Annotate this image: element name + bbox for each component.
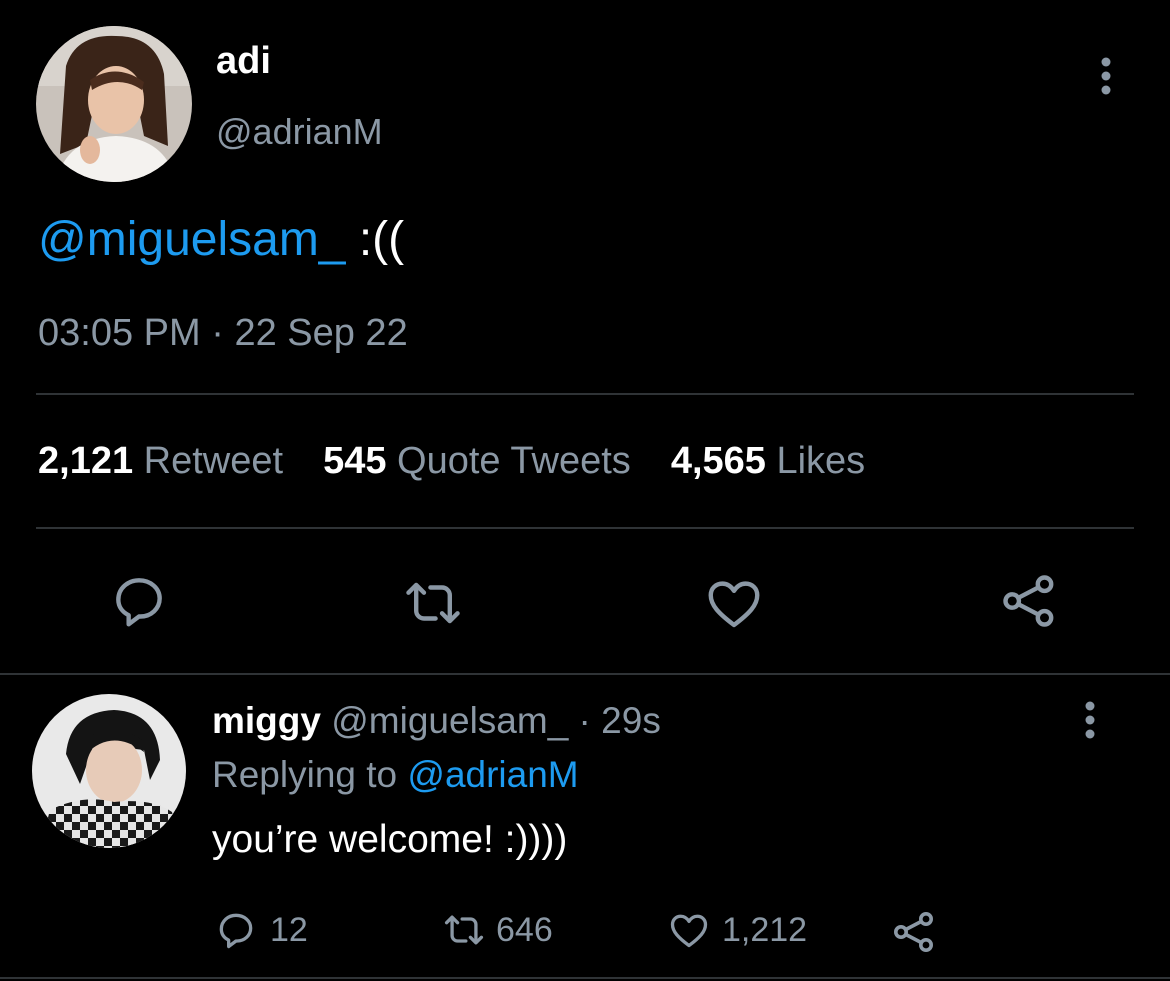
avatar-adi [36, 26, 192, 182]
author-display-name[interactable]: adi [216, 40, 271, 83]
reply-header: miggy @miguelsam_ · 29s [212, 700, 661, 742]
stat-label: Quote Tweets [397, 440, 631, 482]
divider [36, 527, 1134, 529]
tweet-stats: 2,121 Retweet 545 Quote Tweets 4,565 Lik… [38, 440, 905, 483]
stat-likes[interactable]: 4,565 Likes [671, 440, 865, 483]
tweet-mention-link[interactable]: @miguelsam_ [38, 213, 346, 266]
reply-handle[interactable]: @miguelsam_ [331, 700, 568, 741]
reply-timestamp[interactable]: 29s [601, 700, 661, 741]
share-icon[interactable] [998, 570, 1060, 632]
reply-text: you’re welcome! :)))) [212, 818, 568, 861]
reply-icon[interactable] [108, 570, 170, 632]
stat-count: 4,565 [670, 440, 766, 482]
reply-reply-action[interactable]: 12 [214, 906, 308, 954]
divider [36, 393, 1134, 395]
reply-share-action[interactable] [890, 906, 934, 954]
bottom-separator [0, 977, 1170, 979]
reply-author-avatar[interactable] [32, 694, 186, 848]
tweet-timestamp[interactable]: 03:05 PM · 22 Sep 22 [38, 312, 408, 355]
share-icon [890, 908, 934, 952]
avatar-miggy [32, 694, 186, 848]
like-count: 1,212 [722, 910, 808, 949]
reply-display-name[interactable]: miggy [212, 700, 321, 741]
tweet-text: @miguelsam_ :(( [38, 212, 404, 267]
more-options-icon[interactable] [1098, 56, 1114, 96]
retweet-icon [440, 908, 484, 952]
like-icon [666, 908, 710, 952]
tweet-body: :(( [345, 213, 405, 266]
reply-time-separator: · [568, 700, 602, 741]
replying-to: Replying to @adrianM [212, 754, 579, 796]
section-separator [0, 673, 1170, 675]
replying-to-link[interactable]: @adrianM [407, 754, 578, 795]
stat-count: 2,121 [38, 440, 134, 482]
reply-count: 12 [270, 910, 308, 949]
reply-icon [214, 908, 258, 952]
retweet-count: 646 [496, 910, 553, 949]
retweet-icon[interactable] [402, 572, 464, 634]
stat-quote-tweets[interactable]: 545 Quote Tweets [323, 440, 631, 483]
timestamp-separator: · [200, 312, 235, 354]
tweet-time: 03:05 PM [38, 312, 201, 354]
stat-label: Likes [776, 440, 866, 482]
reply-retweet-action[interactable]: 646 [440, 906, 553, 954]
like-icon[interactable] [703, 572, 765, 634]
author-handle[interactable]: @adrianM [216, 111, 383, 153]
author-avatar[interactable] [36, 26, 192, 182]
stat-retweets[interactable]: 2,121 Retweet [38, 440, 283, 483]
stat-count: 545 [323, 440, 387, 482]
tweet-date: 22 Sep 22 [234, 312, 408, 354]
stat-label: Retweet [143, 440, 284, 482]
replying-prefix: Replying to [212, 754, 408, 795]
reply-more-options-icon[interactable] [1082, 700, 1098, 740]
reply-like-action[interactable]: 1,212 [666, 906, 807, 954]
